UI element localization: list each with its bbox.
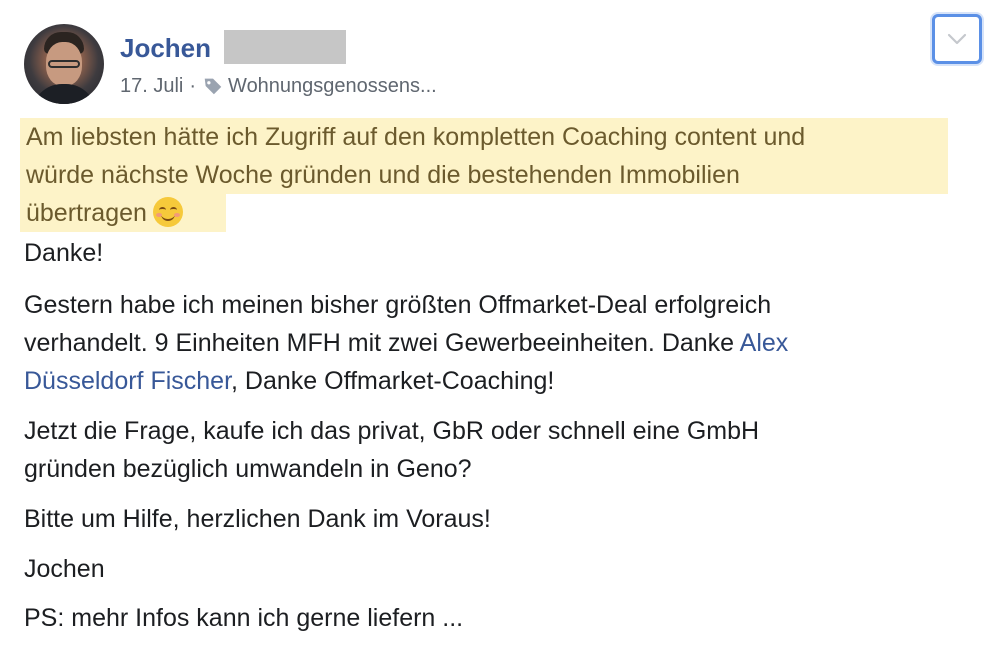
- post-date[interactable]: 17. Juli: [120, 72, 183, 100]
- post-paragraph: Gestern habe ich meinen bisher größten O…: [24, 286, 944, 400]
- author-name-link[interactable]: Jochen: [120, 32, 211, 64]
- text-line: Jetzt die Frage, kaufe ich das privat, G…: [24, 417, 760, 445]
- highlight-line: Am liebsten hätte ich Zugriff auf den ko…: [20, 118, 948, 156]
- post-paragraph: Jochen: [24, 555, 105, 583]
- group-tag-link[interactable]: Wohnungsgenossens...: [228, 72, 437, 100]
- highlighted-text-block: Am liebsten hätte ich Zugriff auf den ko…: [20, 118, 950, 232]
- highlight-line-last: übertragen: [20, 194, 226, 232]
- author-avatar[interactable]: [24, 24, 104, 104]
- post-paragraph: Bitte um Hilfe, herzlichen Dank im Vorau…: [24, 505, 491, 533]
- text-span: verhandelt. 9 Einheiten MFH mit zwei Gew…: [24, 329, 740, 357]
- post-options-button[interactable]: [932, 14, 982, 64]
- post-paragraph: Jetzt die Frage, kaufe ich das privat, G…: [24, 412, 944, 488]
- mention-link-part2[interactable]: Düsseldorf Fischer: [24, 367, 231, 395]
- highlight-line: würde nächste Woche gründen und die best…: [20, 156, 948, 194]
- text-line: Gestern habe ich meinen bisher größten O…: [24, 291, 772, 319]
- avatar-shirt: [32, 84, 96, 104]
- text-line: verhandelt. 9 Einheiten MFH mit zwei Gew…: [24, 324, 944, 362]
- text-line: Düsseldorf Fischer, Danke Offmarket-Coac…: [24, 362, 944, 400]
- text-line: gründen bezüglich umwandeln in Geno?: [24, 455, 472, 483]
- avatar-glasses: [48, 60, 80, 68]
- mention-link-part1[interactable]: Alex: [740, 329, 789, 357]
- smiling-face-emoji-icon: [152, 197, 183, 227]
- post-paragraph: PS: mehr Infos kann ich gerne liefern ..…: [24, 604, 464, 632]
- text-span: , Danke Offmarket-Coaching!: [231, 367, 555, 395]
- redacted-surname: [224, 30, 346, 64]
- post-paragraph: Danke!: [24, 239, 104, 267]
- chevron-down-icon: [947, 33, 967, 45]
- post-card: Jochen 17. Juli · Wohnungsgenossens... A…: [0, 0, 986, 648]
- highlight-text: übertragen: [26, 199, 147, 227]
- post-meta: 17. Juli · Wohnungsgenossens...: [120, 72, 437, 100]
- meta-separator: ·: [189, 75, 197, 97]
- tag-icon: [204, 78, 222, 95]
